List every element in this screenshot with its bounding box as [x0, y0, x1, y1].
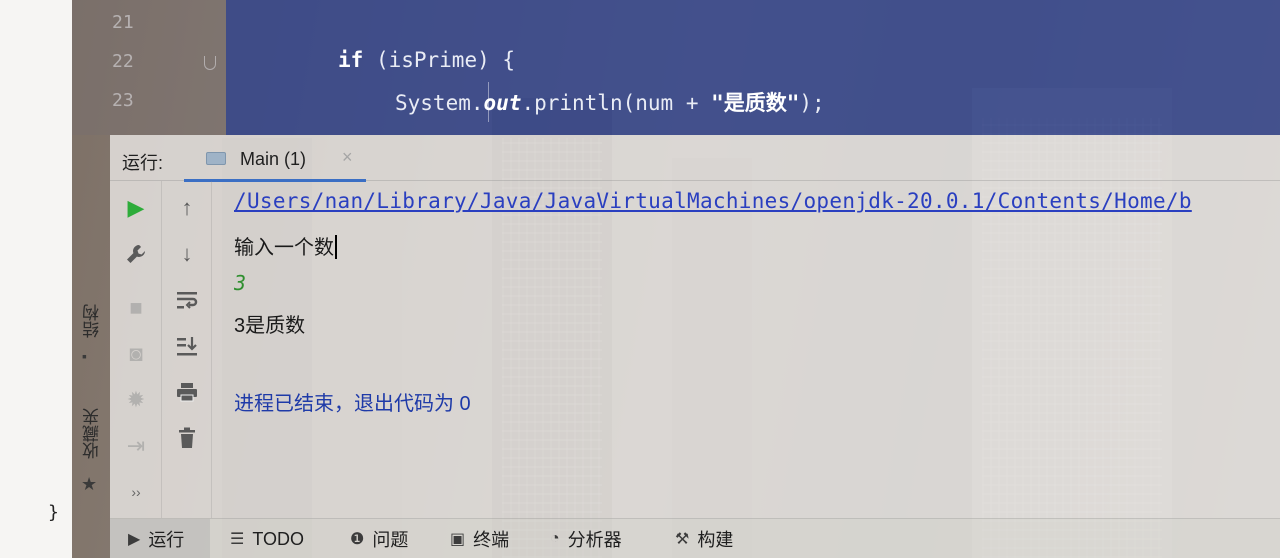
console-output[interactable]: /Users/nan/Library/Java/JavaVirtualMachi…: [234, 185, 1280, 505]
java-path-link[interactable]: /Users/nan/Library/Java/JavaVirtualMachi…: [234, 189, 1192, 213]
console-prompt: 输入一个数: [234, 231, 337, 260]
tab-main-1[interactable]: Main (1) ×: [184, 135, 366, 182]
camera-icon[interactable]: ◙: [121, 339, 151, 369]
settings-icon[interactable]: ✹: [121, 385, 151, 415]
line-number: 22: [112, 51, 134, 72]
console-user-input: 3: [234, 271, 247, 295]
bottom-tab-build[interactable]: ⚒ 构建: [675, 519, 733, 558]
text-caret: [335, 235, 337, 259]
console-tab-icon: [206, 152, 226, 165]
structure-label[interactable]: 结构: [80, 304, 105, 338]
code-system: System.: [395, 91, 484, 115]
code-out: out: [483, 91, 522, 115]
soft-wrap-icon[interactable]: [172, 285, 202, 315]
down-arrow-icon[interactable]: ↓: [172, 239, 202, 269]
line-number: 21: [112, 12, 134, 33]
code-string: "是质数": [711, 91, 800, 115]
print-icon[interactable]: [172, 377, 202, 407]
tab-label: Main (1): [240, 149, 307, 169]
play-icon: ▶: [128, 531, 141, 548]
closing-brace: }: [48, 502, 59, 523]
close-icon[interactable]: ×: [342, 147, 353, 168]
line-gutter: 21 22 23: [72, 0, 226, 135]
favorites-label[interactable]: 收藏夹: [80, 408, 105, 459]
bottom-tab-label: 构建: [697, 530, 734, 550]
wrench-icon[interactable]: [121, 239, 151, 269]
run-toolbar-secondary: ↑ ↓: [162, 181, 212, 518]
up-arrow-icon[interactable]: ↑: [172, 193, 202, 223]
code-area[interactable]: if (isPrime) { System.out.println(num + …: [226, 0, 1280, 135]
bottom-tab-label: 问题: [372, 530, 409, 550]
code-println: .println(num +: [521, 91, 712, 115]
structure-icon[interactable]: ▪: [82, 348, 87, 364]
profiler-icon: ◔: [550, 530, 560, 547]
run-header: 运行: Main (1) ×: [110, 135, 1280, 182]
console-result: 3是质数: [234, 315, 306, 337]
bottom-tab-label: 分析器: [567, 530, 622, 550]
bottom-tab-profiler[interactable]: ◔ 分析器: [550, 519, 622, 558]
bottom-tab-terminal[interactable]: ▣ 终端: [450, 519, 509, 558]
code-condition: (isPrime) {: [363, 48, 516, 72]
trash-icon[interactable]: [172, 423, 202, 453]
left-tool-strip: 结构 ▪ 收藏夹 ★: [72, 290, 110, 520]
code-line-if: if (isPrime) {: [338, 48, 515, 72]
more-icon[interactable]: ››: [121, 477, 151, 507]
bottom-tab-label: 终端: [473, 530, 510, 550]
bottom-tab-label: TODO: [252, 528, 305, 549]
problems-icon: ❶: [350, 531, 365, 548]
run-toolbar-primary: ▶ ■ ◙ ✹ ⇥ ››: [110, 181, 162, 518]
terminal-icon: ▣: [450, 531, 466, 548]
run-tool-window: 运行: Main (1) × ▶ ■ ◙ ✹ ⇥ ›› ↑ ↓ /Users/n…: [110, 135, 1280, 518]
ide-window: 21 22 23 if (isPrime) { System.out.print…: [72, 0, 1280, 558]
bottom-tab-problems[interactable]: ❶ 问题: [350, 519, 408, 558]
rerun-icon[interactable]: ▶: [121, 193, 151, 223]
stop-icon[interactable]: ■: [121, 293, 151, 323]
background-page: }: [0, 0, 72, 558]
run-header-label: 运行:: [122, 153, 164, 173]
scroll-to-end-icon[interactable]: [172, 331, 202, 361]
fold-icon[interactable]: [204, 56, 216, 70]
bottom-tab-todo[interactable]: ☰ TODO: [230, 519, 304, 558]
code-line-println: System.out.println(num + "是质数");: [395, 87, 825, 117]
keyword-if: if: [338, 48, 364, 72]
build-icon: ⚒: [675, 531, 690, 548]
star-icon[interactable]: ★: [81, 474, 97, 495]
line-number: 23: [112, 90, 134, 111]
list-icon: ☰: [230, 531, 245, 548]
prompt-text: 输入一个数: [234, 237, 334, 259]
exit-message: 进程已结束，退出代码为 0: [234, 393, 471, 415]
bottom-tool-bar: ▶ 运行 ☰ TODO ❶ 问题 ▣ 终端 ◔ 分析器 ⚒ 构建: [110, 518, 1280, 558]
code-editor[interactable]: 21 22 23 if (isPrime) { System.out.print…: [72, 0, 1280, 135]
exit-icon[interactable]: ⇥: [121, 431, 151, 461]
code-end: );: [799, 91, 825, 115]
bottom-tab-label: 运行: [148, 530, 185, 550]
bottom-tab-run[interactable]: ▶ 运行: [110, 519, 210, 558]
